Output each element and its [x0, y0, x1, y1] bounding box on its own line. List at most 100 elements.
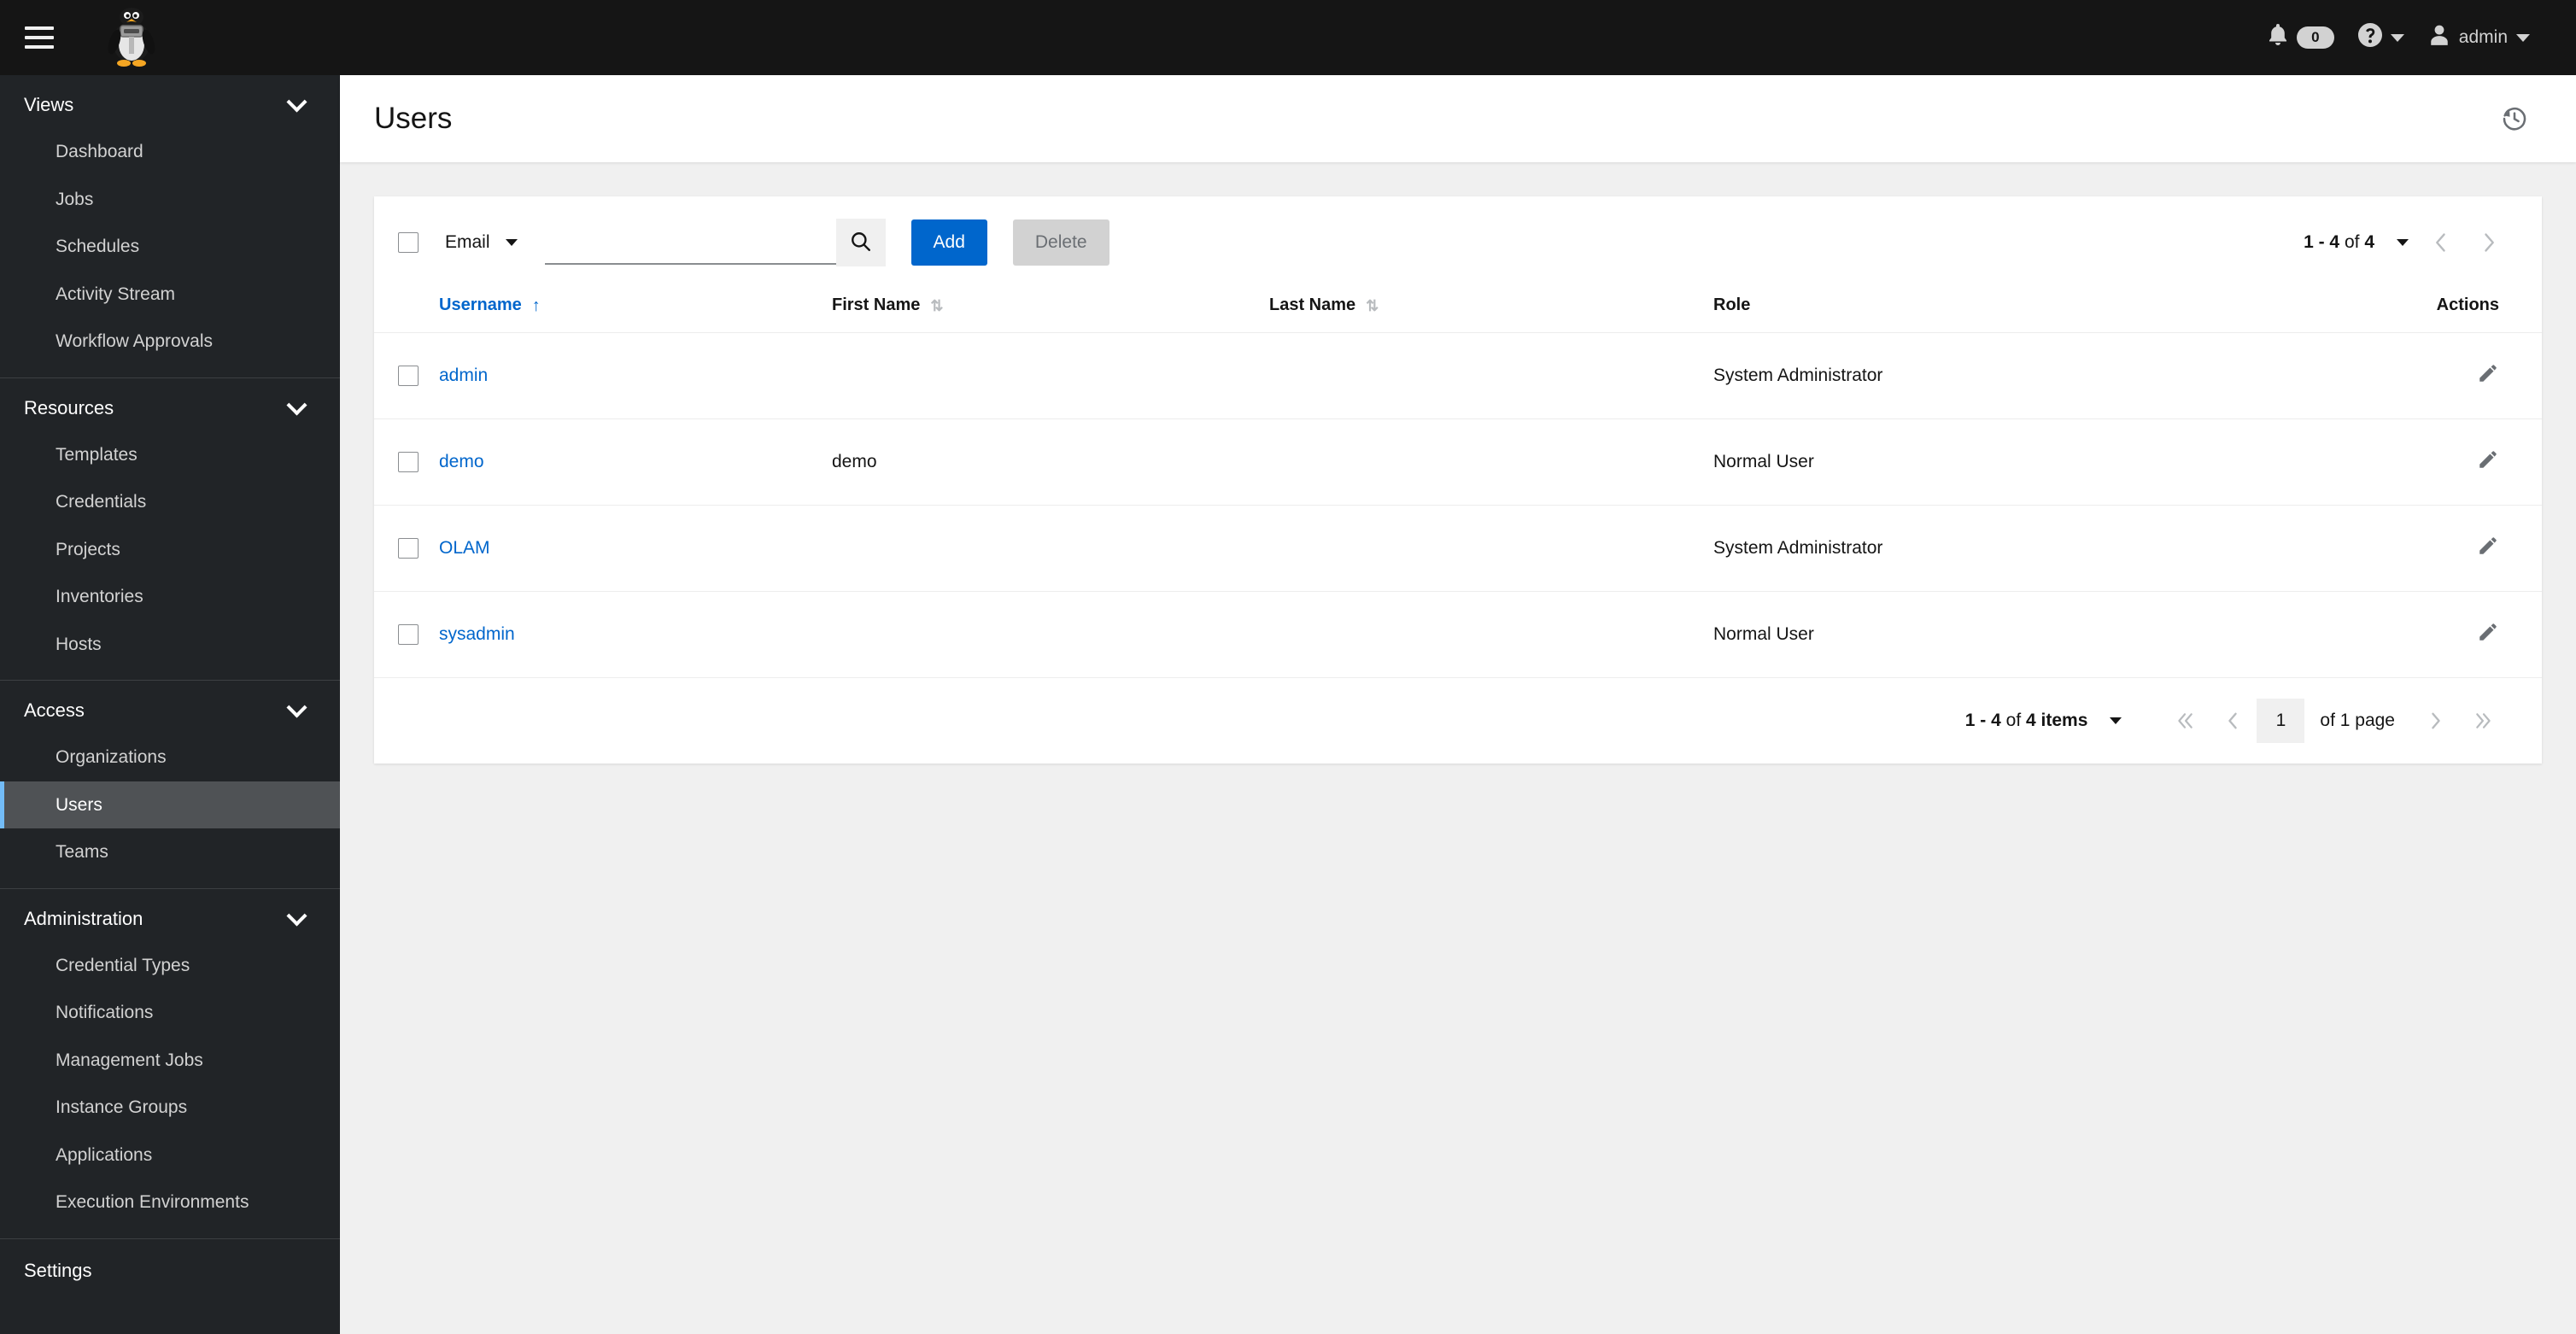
nav-group-header-views[interactable]: Views — [0, 75, 340, 128]
row-checkbox[interactable] — [398, 366, 419, 386]
sidebar-item-teams[interactable]: Teams — [0, 828, 340, 876]
row-checkbox[interactable] — [398, 538, 419, 559]
top-pagination: 1 - 4 of 4 — [2304, 219, 2513, 266]
top-pagination-range: 1 - 4 — [2304, 232, 2340, 252]
sidebar-item-credential-types[interactable]: Credential Types — [0, 942, 340, 990]
pencil-icon[interactable] — [2477, 621, 2499, 643]
users-table-head: Username ↑ First Name ⇅ Last Name ⇅ Role… — [374, 287, 2542, 333]
sidebar-item-applications[interactable]: Applications — [0, 1132, 340, 1179]
sidebar-nav: Views Dashboard Jobs Schedules Activity … — [0, 75, 340, 1334]
bottom-pagination: 1 - 4 of 4 items 1 of 1 page — [374, 677, 2542, 764]
column-header-role: Role — [1713, 287, 2345, 333]
history-icon[interactable] — [2491, 95, 2538, 143]
page-number-input[interactable] — [2257, 699, 2305, 743]
pagination-next-button — [2412, 697, 2460, 745]
pencil-icon[interactable] — [2477, 362, 2499, 384]
select-all-checkbox[interactable] — [398, 232, 419, 253]
column-header-last-name[interactable]: Last Name ⇅ — [1269, 287, 1713, 333]
nav-group-header-access[interactable]: Access — [0, 681, 340, 734]
pagination-prev-button — [2209, 697, 2257, 745]
page-title: Users — [374, 102, 453, 135]
column-header-first-name-label: First Name — [832, 295, 921, 314]
column-header-first-name[interactable]: First Name ⇅ — [832, 287, 1269, 333]
nav-group-header-administration[interactable]: Administration — [0, 889, 340, 942]
row-checkbox-cell — [374, 418, 439, 506]
sidebar-item-projects[interactable]: Projects — [0, 526, 340, 574]
column-header-last-name-label: Last Name — [1269, 295, 1356, 314]
page-header-actions — [2491, 95, 2538, 143]
row-checkbox[interactable] — [398, 452, 419, 472]
users-card: Email Add Delete 1 - 4 of 4 Username ↑ F… — [374, 196, 2542, 764]
content-area: Email Add Delete 1 - 4 of 4 Username ↑ F… — [340, 162, 2576, 1334]
help-button[interactable] — [2346, 0, 2416, 75]
sidebar-item-inventories[interactable]: Inventories — [0, 573, 340, 621]
chevron-down-icon — [286, 394, 307, 416]
row-actions-cell — [2345, 418, 2542, 506]
sidebar-item-instance-groups[interactable]: Instance Groups — [0, 1084, 340, 1132]
table-header-row: Username ↑ First Name ⇅ Last Name ⇅ Role… — [374, 287, 2542, 333]
top-pagination-of: of — [2344, 232, 2360, 252]
row-actions-cell — [2345, 591, 2542, 677]
sidebar-item-notifications[interactable]: Notifications — [0, 989, 340, 1037]
table-row: OLAM System Administrator — [374, 505, 2542, 592]
penguin-logo[interactable] — [92, 0, 171, 75]
sidebar-item-schedules[interactable]: Schedules — [0, 223, 340, 271]
row-actions-cell — [2345, 505, 2542, 592]
chevron-down-icon — [2516, 33, 2530, 42]
top-pagination-next-button — [2465, 219, 2513, 266]
user-link[interactable]: OLAM — [439, 538, 490, 558]
sidebar-item-hosts[interactable]: Hosts — [0, 621, 340, 669]
pencil-icon[interactable] — [2477, 448, 2499, 471]
column-header-username[interactable]: Username ↑ — [439, 287, 832, 333]
row-username-cell: sysadmin — [439, 591, 832, 677]
sort-none-icon: ⇅ — [930, 296, 943, 314]
sidebar-item-activity-stream[interactable]: Activity Stream — [0, 271, 340, 319]
hamburger-icon[interactable] — [10, 12, 68, 63]
row-last-name-cell — [1269, 332, 1713, 419]
sidebar-item-organizations[interactable]: Organizations — [0, 734, 340, 781]
nav-group-label: Views — [24, 94, 74, 115]
user-menu-button[interactable]: admin — [2416, 0, 2542, 75]
sidebar-item-workflow-approvals[interactable]: Workflow Approvals — [0, 318, 340, 366]
row-actions-cell — [2345, 332, 2542, 419]
user-link[interactable]: sysadmin — [439, 624, 515, 644]
row-username-cell: OLAM — [439, 505, 832, 592]
pagination-last-button — [2460, 697, 2508, 745]
chevron-down-icon — [2397, 239, 2409, 246]
search-icon — [850, 231, 872, 255]
row-checkbox[interactable] — [398, 624, 419, 645]
row-checkbox-cell — [374, 332, 439, 419]
search-input[interactable] — [544, 219, 836, 265]
sidebar-item-templates[interactable]: Templates — [0, 431, 340, 479]
sidebar-item-users[interactable]: Users — [0, 781, 340, 828]
sidebar-item-jobs[interactable]: Jobs — [0, 176, 340, 224]
page-header: Users — [340, 75, 2576, 162]
filter-field-dropdown[interactable]: Email — [442, 227, 521, 258]
sidebar-item-settings[interactable]: Settings — [0, 1239, 340, 1302]
bottom-pagination-perpage-dropdown[interactable] — [2101, 712, 2130, 729]
nav-group-header-resources[interactable]: Resources — [0, 378, 340, 431]
chevron-down-icon — [2110, 717, 2122, 724]
chevron-down-icon — [286, 91, 307, 113]
user-link[interactable]: admin — [439, 366, 488, 385]
top-pagination-perpage-dropdown[interactable] — [2388, 234, 2417, 251]
user-link[interactable]: demo — [439, 452, 484, 471]
sidebar-item-execution-environments[interactable]: Execution Environments — [0, 1179, 340, 1226]
sidebar-item-credentials[interactable]: Credentials — [0, 478, 340, 526]
column-header-actions-label: Actions — [2436, 295, 2499, 314]
sidebar-item-management-jobs[interactable]: Management Jobs — [0, 1037, 340, 1085]
nav-group-resources: Resources Templates Credentials Projects… — [0, 378, 340, 681]
row-first-name-cell — [832, 591, 1269, 677]
sort-none-icon: ⇅ — [1366, 296, 1379, 314]
row-username-cell: admin — [439, 332, 832, 419]
add-button[interactable]: Add — [910, 219, 987, 266]
sidebar-item-dashboard[interactable]: Dashboard — [0, 128, 340, 176]
total-pages-label: of 1 page — [2320, 711, 2395, 730]
pencil-icon[interactable] — [2477, 535, 2499, 557]
search-button[interactable] — [835, 219, 886, 266]
row-role-cell: Normal User — [1713, 591, 2345, 677]
chevron-down-icon — [505, 239, 518, 246]
notifications-button[interactable]: 0 — [2256, 0, 2346, 75]
body-wrapper: Views Dashboard Jobs Schedules Activity … — [0, 75, 2576, 1334]
users-toolbar: Email Add Delete 1 - 4 of 4 — [374, 196, 2542, 287]
